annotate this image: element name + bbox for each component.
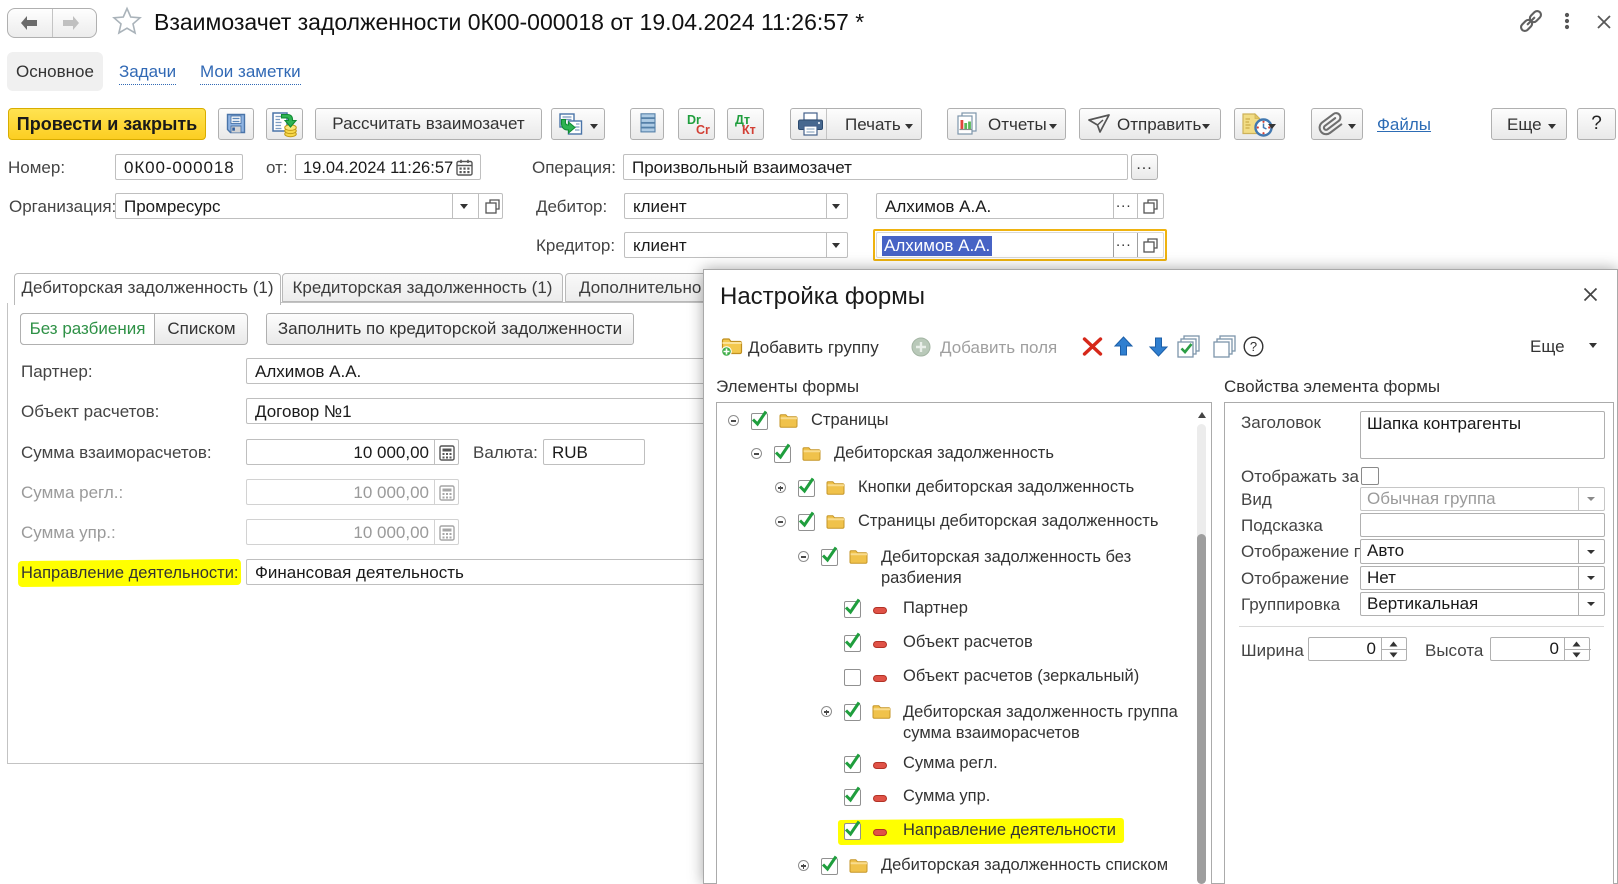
svg-text:?: ? xyxy=(1250,339,1257,354)
